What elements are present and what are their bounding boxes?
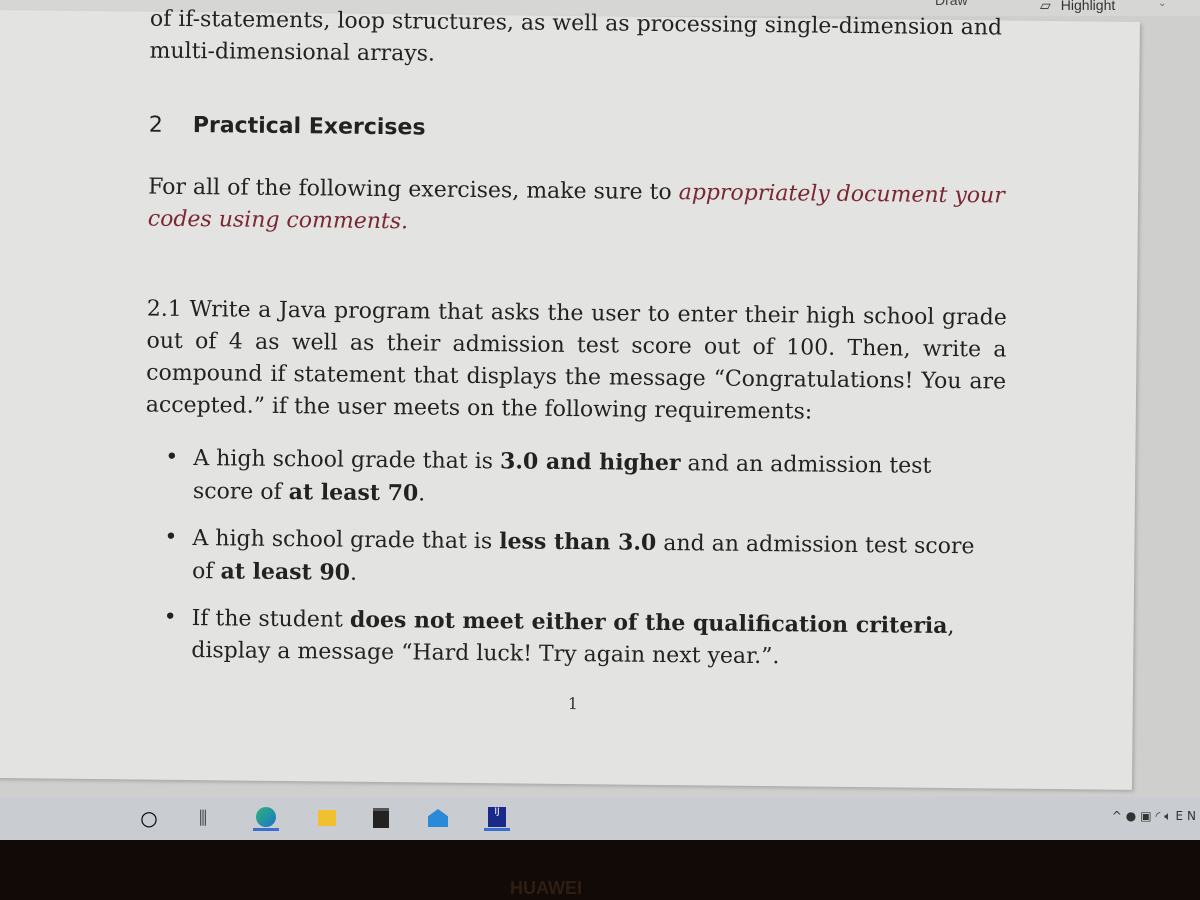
highlight-button[interactable]: ▱ Highlight xyxy=(1040,0,1115,14)
intellij-icon[interactable]: IJ xyxy=(484,805,510,831)
bullet-bold: does not meet either of the qualificatio… xyxy=(349,606,948,639)
section-heading: 2 Practical Exercises xyxy=(149,110,1009,151)
highlighter-icon: ▱ xyxy=(1040,0,1051,13)
cortana-icon[interactable]: ○ xyxy=(136,805,162,831)
bullet-bold: 3.0 and higher xyxy=(499,448,681,477)
bullet-bold: at least 90 xyxy=(220,558,351,586)
brand-logo: HUAWEI xyxy=(510,878,582,898)
bullet-item: • If the student does not meet either of … xyxy=(163,604,955,670)
chevron-down-icon[interactable]: ⌄ xyxy=(1158,0,1166,9)
section-title: Practical Exercises xyxy=(192,113,426,141)
onedrive-icon[interactable]: ● xyxy=(1126,809,1140,823)
page-number: 1 xyxy=(567,693,579,714)
bullet-bold: at least 70 xyxy=(288,479,419,507)
bullet-item: • A high school grade that is less than 3… xyxy=(164,524,975,586)
section-number: 2 xyxy=(148,112,163,138)
system-tray[interactable]: ^●▣◜🔈︎EN xyxy=(1112,809,1200,824)
instructions: For all of the following exercises, make… xyxy=(148,172,1009,245)
edge-icon[interactable] xyxy=(253,805,279,831)
show-hidden-icons[interactable]: ^ xyxy=(1112,809,1126,823)
bullet-text: A high school grade that is xyxy=(192,526,500,555)
store-icon[interactable] xyxy=(368,805,394,831)
bullet-text: . xyxy=(349,560,358,586)
wifi-icon[interactable]: ◜ xyxy=(1156,809,1165,823)
highlight-label: Highlight xyxy=(1060,0,1116,13)
volume-icon[interactable]: 🔈︎ xyxy=(1164,809,1175,823)
draw-button[interactable]: Draw xyxy=(935,0,968,8)
taskbar: ○ ⫼ IJ ^●▣◜🔈︎EN xyxy=(0,797,1200,840)
instructions-text: For all of the following exercises, make… xyxy=(148,174,679,206)
intro-text: of if-statements, loop structures, as we… xyxy=(149,6,1003,67)
document-page: of if-statements, loop structures, as we… xyxy=(0,7,1140,790)
bullet-item: • A high school grade that is 3.0 and hig… xyxy=(165,444,932,507)
file-explorer-icon[interactable] xyxy=(314,805,340,831)
battery-icon[interactable]: ▣ xyxy=(1140,809,1155,823)
bullet-text: A high school grade that is xyxy=(193,446,501,475)
laptop-bezel: HUAWEI xyxy=(0,840,1200,900)
mail-icon[interactable] xyxy=(425,805,451,831)
task-view-icon[interactable]: ⫼ xyxy=(190,805,216,831)
question-2-1: 2.1 Write a Java program that asks the u… xyxy=(145,296,1007,425)
bullet-text: . xyxy=(418,481,426,507)
bullet-text: If the student xyxy=(191,606,351,633)
language-indicator[interactable]: EN xyxy=(1175,809,1200,823)
bullet-bold: less than 3.0 xyxy=(499,528,657,556)
